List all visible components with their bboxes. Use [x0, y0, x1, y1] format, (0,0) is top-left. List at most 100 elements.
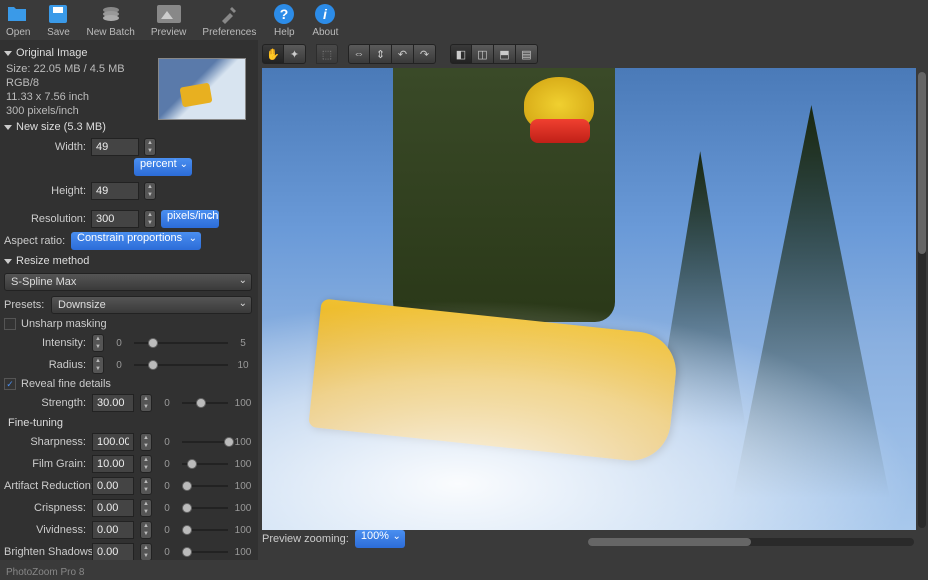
crispness-slider[interactable]: [182, 501, 228, 515]
stack-icon: [99, 2, 123, 26]
crispness-stepper[interactable]: ▲▼: [140, 499, 152, 517]
resize-heading-text: Resize method: [16, 255, 89, 267]
info-icon: i: [313, 2, 337, 26]
method-select[interactable]: S-Spline Max: [4, 273, 252, 291]
size-unit-value: percent: [140, 158, 177, 170]
chevron-down-icon: [4, 259, 12, 264]
open-label: Open: [6, 27, 30, 38]
brighten-stepper[interactable]: ▲▼: [140, 543, 152, 560]
crispness-input[interactable]: [92, 499, 134, 517]
ft-max: 100: [234, 547, 252, 558]
unsharp-checkbox[interactable]: [4, 318, 16, 330]
brighten-slider[interactable]: [182, 545, 228, 559]
intensity-slider[interactable]: [134, 336, 228, 350]
filmgrain-input[interactable]: [92, 455, 134, 473]
ft-min: 0: [158, 525, 176, 536]
artifact-stepper[interactable]: ▲▼: [140, 477, 152, 495]
view-split-h-button[interactable]: ◫: [472, 44, 494, 64]
presets-label: Presets:: [4, 299, 46, 311]
rotate-right-button[interactable]: ↷: [414, 44, 436, 64]
reveal-label: Reveal fine details: [21, 378, 111, 390]
rotate-left-button[interactable]: ↶: [392, 44, 414, 64]
sharpness-input[interactable]: [92, 433, 134, 451]
horizontal-scrollbar[interactable]: [588, 538, 914, 546]
width-label: Width:: [4, 141, 86, 153]
intensity-stepper[interactable]: ▲▼: [92, 334, 104, 352]
filmgrain-stepper[interactable]: ▲▼: [140, 455, 152, 473]
height-input[interactable]: [91, 182, 139, 200]
sparkle-tool-button[interactable]: ✦: [284, 44, 306, 64]
preview-canvas[interactable]: [262, 68, 916, 530]
artifact-input[interactable]: [92, 477, 134, 495]
resolution-label: Resolution:: [4, 213, 86, 225]
newsize-header[interactable]: New size (5.3 MB): [4, 118, 252, 136]
radius-stepper[interactable]: ▲▼: [92, 356, 104, 374]
preview-image: [262, 68, 916, 530]
intensity-min: 0: [110, 338, 128, 349]
ft-max: 100: [234, 459, 252, 470]
radius-label: Radius:: [4, 359, 86, 371]
view-grid-button[interactable]: ▤: [516, 44, 538, 64]
artifact-slider[interactable]: [182, 479, 228, 493]
preferences-label: Preferences: [202, 27, 256, 38]
goggles-shape: [530, 119, 590, 143]
filmgrain-slider[interactable]: [182, 457, 228, 471]
strength-slider[interactable]: [182, 396, 228, 410]
finetuning-heading: Fine-tuning: [4, 414, 252, 431]
resolution-unit-value: pixels/inch: [167, 210, 218, 222]
vividness-stepper[interactable]: ▲▼: [140, 521, 152, 539]
radius-slider[interactable]: [134, 358, 228, 372]
height-stepper[interactable]: ▲▼: [144, 182, 156, 200]
thumbnail[interactable]: [158, 58, 246, 120]
strength-input[interactable]: [92, 394, 134, 412]
strength-stepper[interactable]: ▲▼: [140, 394, 152, 412]
sharpness-slider[interactable]: [182, 435, 228, 449]
ft-min: 0: [158, 503, 176, 514]
aspect-value: Constrain proportions: [77, 232, 182, 244]
ft-min: 0: [158, 437, 176, 448]
ft-max: 100: [234, 481, 252, 492]
sharpness-stepper[interactable]: ▲▼: [140, 433, 152, 451]
view-single-button[interactable]: ◧: [450, 44, 472, 64]
zoom-label: Preview zooming:: [262, 533, 349, 545]
brighten-label: Brighten Shadows:: [4, 546, 86, 558]
open-button[interactable]: Open: [6, 2, 30, 38]
aspect-select[interactable]: Constrain proportions: [71, 232, 201, 250]
help-button[interactable]: ? Help: [272, 2, 296, 38]
preview-button[interactable]: Preview: [151, 2, 187, 38]
hand-tool-button[interactable]: ✋: [262, 44, 284, 64]
crispness-label: Crispness:: [4, 502, 86, 514]
image-icon: [157, 2, 181, 26]
resolution-unit-select[interactable]: pixels/inch: [161, 210, 219, 228]
ft-max: 100: [234, 503, 252, 514]
save-button[interactable]: Save: [46, 2, 70, 38]
resolution-stepper[interactable]: ▲▼: [144, 210, 156, 228]
ft-min: 0: [158, 547, 176, 558]
crop-tool-button[interactable]: ⬚: [316, 44, 338, 64]
zoom-select[interactable]: 100%: [355, 530, 405, 548]
ft-max: 100: [234, 525, 252, 536]
main-toolbar: Open Save New Batch Preview Preferences …: [0, 0, 928, 40]
resize-method-header[interactable]: Resize method: [4, 252, 252, 270]
flip-v-button[interactable]: ⇕: [370, 44, 392, 64]
reveal-checkbox[interactable]: [4, 378, 16, 390]
flip-h-button[interactable]: ⇔: [348, 44, 370, 64]
brighten-input[interactable]: [92, 543, 134, 560]
ft-max: 100: [234, 437, 252, 448]
help-icon: ?: [272, 2, 296, 26]
vividness-input[interactable]: [92, 521, 134, 539]
resolution-input[interactable]: [91, 210, 139, 228]
vividness-slider[interactable]: [182, 523, 228, 537]
newbatch-button[interactable]: New Batch: [86, 2, 134, 38]
presets-select[interactable]: Downsize: [51, 296, 252, 314]
about-button[interactable]: i About: [312, 2, 338, 38]
vertical-scrollbar[interactable]: [918, 72, 926, 528]
width-input[interactable]: [91, 138, 139, 156]
size-unit-select[interactable]: percent: [134, 158, 192, 176]
width-stepper[interactable]: ▲▼: [144, 138, 156, 156]
view-split-v-button[interactable]: ⬒: [494, 44, 516, 64]
status-bar: PhotoZoom Pro 8: [6, 567, 84, 578]
preferences-button[interactable]: Preferences: [202, 2, 256, 38]
save-icon: [46, 2, 70, 26]
newbatch-label: New Batch: [86, 27, 134, 38]
